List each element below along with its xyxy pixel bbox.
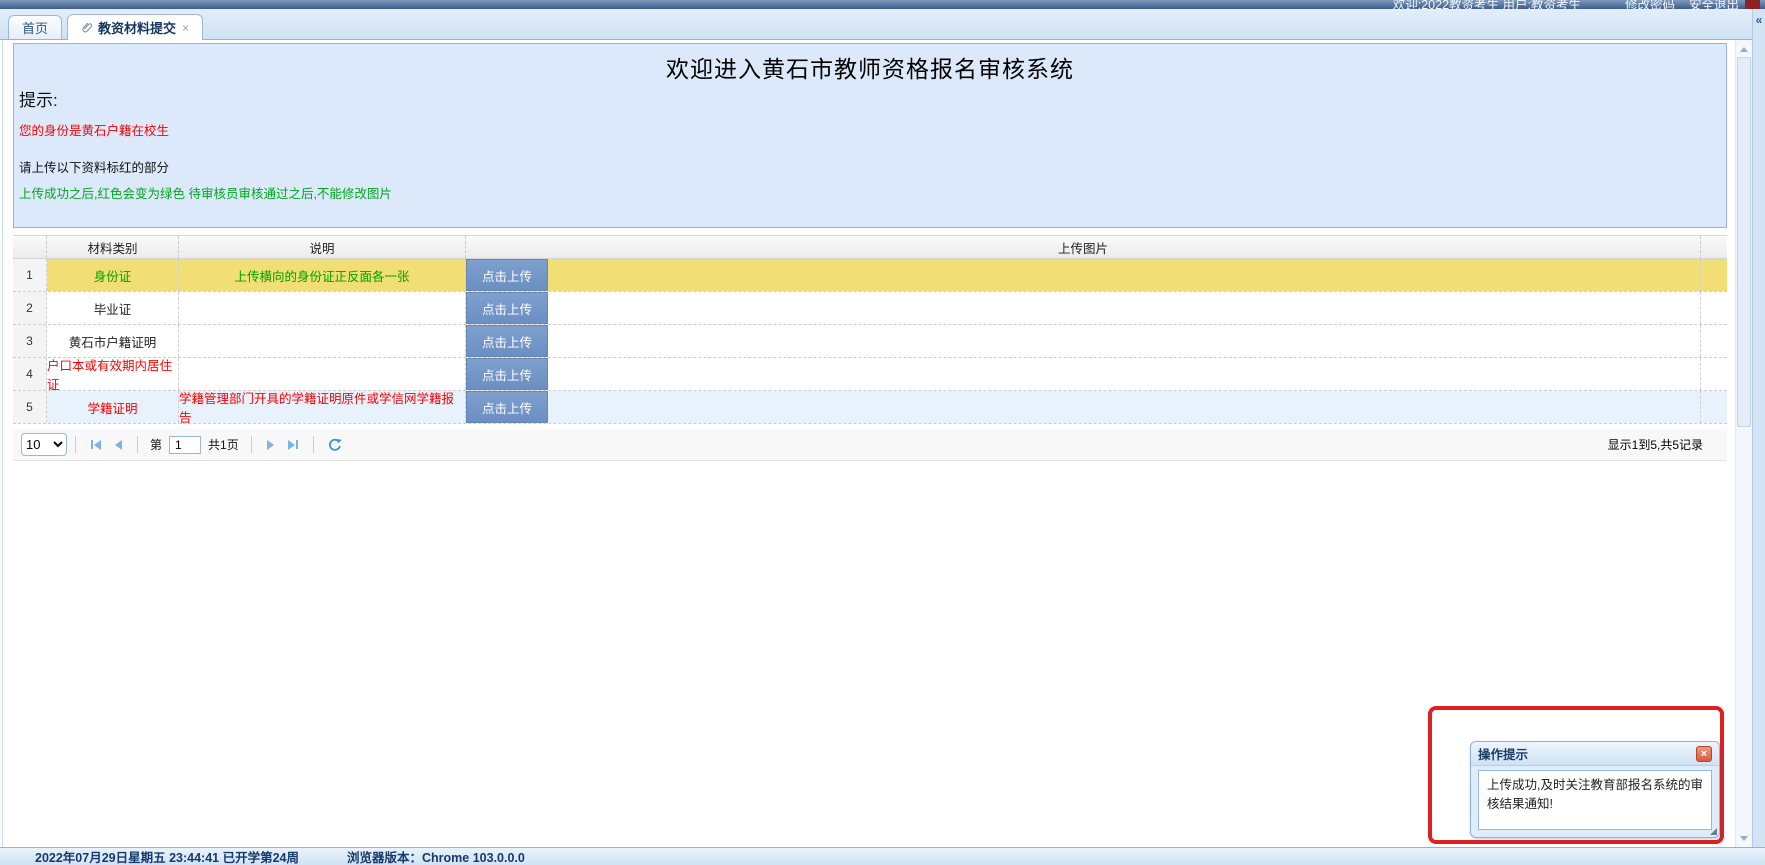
header-filler — [1701, 236, 1727, 258]
tab-home[interactable]: 首页 — [8, 15, 62, 39]
popup-resize-handle[interactable] — [1710, 828, 1717, 835]
row-description: 上传横向的身份证正反面各一张 — [179, 259, 466, 291]
header-description: 说明 — [179, 236, 466, 258]
table-row[interactable]: 1 身份证 上传横向的身份证正反面各一张 点击上传 — [13, 259, 1727, 292]
prev-page-button[interactable] — [108, 435, 129, 455]
scrollbar-thumb[interactable] — [1737, 57, 1751, 427]
last-page-button[interactable] — [281, 435, 305, 455]
row-category: 毕业证 — [47, 292, 179, 324]
tab-material-submit[interactable]: 教资材料提交 × — [67, 14, 203, 40]
welcome-hint-panel: 欢迎进入黄石市教师资格报名审核系统 提示: 您的身份是黄石户籍在校生 请上传以下… — [13, 43, 1727, 228]
row-filler — [1701, 259, 1727, 291]
header-index — [13, 236, 47, 258]
popup-message: 上传成功,及时关注教育部报名系统的审核结果通知! — [1478, 770, 1712, 830]
row-category: 身份证 — [47, 259, 179, 291]
browser-version-text: 浏览器版本：Chrome 103.0.0.0 — [347, 847, 525, 865]
attachment-icon — [81, 21, 93, 34]
next-page-button[interactable] — [260, 435, 281, 455]
header-upload: 上传图片 — [466, 236, 1701, 258]
table-row[interactable]: 5 学籍证明 学籍管理部门开具的学籍证明原件或学信网学籍报告 点击上传 — [13, 391, 1727, 424]
datetime-text: 2022年07月29日星期五 23:44:41 已开学第24周 — [35, 847, 299, 865]
table-row[interactable]: 2 毕业证 点击上传 — [13, 292, 1727, 325]
tab-label: 教资材料提交 — [98, 18, 176, 37]
tab-close-icon[interactable]: × — [182, 21, 189, 35]
left-border-line — [2, 40, 3, 847]
table-row[interactable]: 4 户口本或有效期内居住证 点击上传 — [13, 358, 1727, 391]
instruction-line: 请上传以下资料标红的部分 — [19, 157, 169, 176]
tab-bar: 首页 教资材料提交 × — [0, 9, 1765, 40]
page-suffix-label: 共1页 — [208, 436, 239, 453]
upload-status-line: 上传成功之后,红色会变为绿色 待审核员审核通过之后,不能修改图片 — [19, 183, 392, 202]
upload-button[interactable]: 点击上传 — [466, 292, 548, 324]
divider — [313, 436, 314, 453]
popup-header: 操作提示 × — [1471, 742, 1719, 766]
divider — [251, 436, 252, 453]
row-filler — [1701, 325, 1727, 357]
page-prefix-label: 第 — [150, 436, 162, 453]
row-category: 户口本或有效期内居住证 — [47, 358, 179, 390]
row-category: 黄石市户籍证明 — [47, 325, 179, 357]
vertical-scrollbar[interactable] — [1735, 40, 1752, 847]
main-panel: 欢迎进入黄石市教师资格报名审核系统 提示: 您的身份是黄石户籍在校生 请上传以下… — [0, 40, 1752, 847]
logout-icon[interactable] — [1745, 0, 1760, 9]
row-filler — [1701, 358, 1727, 390]
refresh-icon[interactable] — [322, 434, 348, 456]
status-bar: 2022年07月29日星期五 23:44:41 已开学第24周 浏览器版本：Ch… — [0, 847, 1765, 865]
row-index: 4 — [13, 358, 47, 390]
pagination-bar: 10 第 共1页 显示1到5,共5记录 — [13, 429, 1727, 461]
upload-button[interactable]: 点击上传 — [466, 259, 548, 291]
upload-button[interactable]: 点击上传 — [466, 391, 548, 423]
expand-panel-icon[interactable]: « — [1753, 13, 1765, 27]
east-collapse-strip: « — [1752, 9, 1765, 847]
logout-link[interactable]: 安全退出 — [1689, 0, 1739, 9]
table-row[interactable]: 3 黄石市户籍证明 点击上传 — [13, 325, 1727, 358]
row-index: 1 — [13, 259, 47, 291]
upload-button[interactable]: 点击上传 — [466, 358, 548, 390]
change-password-link[interactable]: 修改密码 — [1625, 0, 1675, 9]
header-category: 材料类别 — [47, 236, 179, 258]
row-category: 学籍证明 — [47, 391, 179, 423]
page-size-select[interactable]: 10 — [21, 433, 67, 456]
scroll-down-icon[interactable] — [1736, 830, 1752, 846]
page-title: 欢迎进入黄石市教师资格报名审核系统 — [14, 50, 1726, 84]
popup-title: 操作提示 — [1478, 744, 1528, 763]
row-description — [179, 292, 466, 324]
row-description — [179, 358, 466, 390]
popup-close-button[interactable]: × — [1696, 746, 1712, 762]
row-description: 学籍管理部门开具的学籍证明原件或学信网学籍报告 — [179, 391, 466, 423]
table-header-row: 材料类别 说明 上传图片 — [13, 235, 1727, 259]
scroll-up-icon[interactable] — [1736, 41, 1752, 57]
first-page-button[interactable] — [84, 435, 108, 455]
row-index: 5 — [13, 391, 47, 423]
hint-label: 提示: — [19, 86, 58, 111]
row-filler — [1701, 292, 1727, 324]
divider — [75, 436, 76, 453]
upload-button[interactable]: 点击上传 — [466, 325, 548, 357]
row-description — [179, 325, 466, 357]
divider — [137, 436, 138, 453]
top-user-bar: 欢迎:2022教资考生 用户:教资考生 修改密码 安全退出 — [0, 0, 1765, 9]
row-index: 2 — [13, 292, 47, 324]
material-table: 材料类别 说明 上传图片 1 身份证 上传横向的身份证正反面各一张 点击上传 2… — [13, 235, 1727, 424]
identity-line: 您的身份是黄石户籍在校生 — [19, 120, 169, 139]
operation-tip-popup: 操作提示 × 上传成功,及时关注教育部报名系统的审核结果通知! — [1470, 741, 1720, 838]
user-info-text: 欢迎:2022教资考生 用户:教资考生 — [1393, 0, 1581, 9]
page-number-input[interactable] — [169, 436, 201, 454]
row-filler — [1701, 391, 1727, 423]
row-index: 3 — [13, 325, 47, 357]
record-summary: 显示1到5,共5记录 — [1608, 436, 1703, 453]
